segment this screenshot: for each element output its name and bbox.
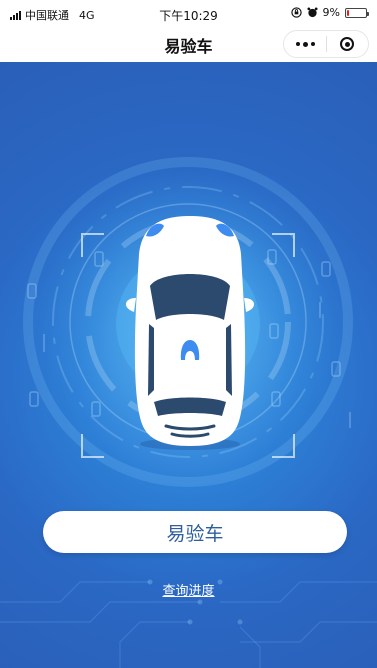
title-bar: 易验车: [0, 28, 377, 62]
battery-icon: [345, 7, 369, 18]
close-target-icon[interactable]: [327, 31, 368, 57]
hero-background: 易验车 查询进度: [0, 62, 377, 668]
mini-program-capsule: [283, 30, 369, 58]
lock-rotation-icon: [290, 7, 302, 18]
battery-level-fill: [347, 9, 349, 16]
status-bar: 中国联通 4G 下午10:29 9%: [0, 0, 377, 28]
alarm-icon: [307, 7, 318, 18]
more-dots-icon[interactable]: [284, 31, 326, 57]
progress-link-row: 查询进度: [0, 580, 377, 599]
query-progress-link[interactable]: 查询进度: [162, 584, 214, 599]
status-right: 9%: [290, 6, 369, 19]
car-top-view-icon: [125, 216, 255, 450]
check-car-button[interactable]: 易验车: [43, 511, 347, 553]
battery-percent: 9%: [322, 6, 340, 19]
